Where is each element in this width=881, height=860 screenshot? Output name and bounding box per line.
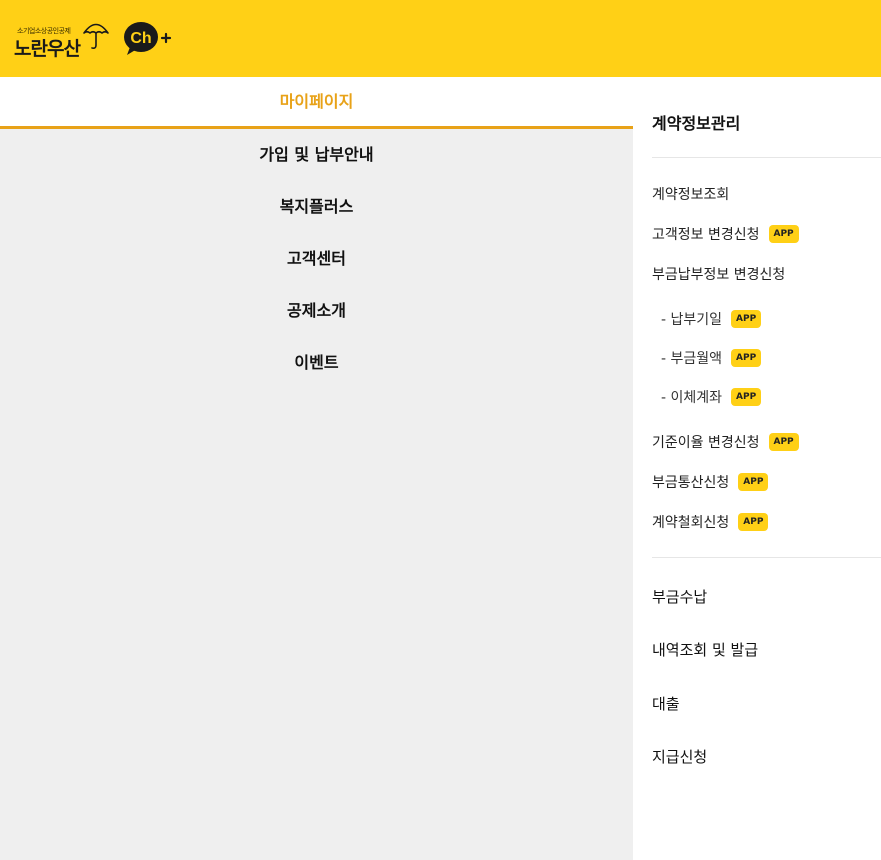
app-badge: APP xyxy=(768,225,799,243)
nav-item-about[interactable]: 공제소개 xyxy=(0,285,633,337)
submenu-transfer-account[interactable]: - 이체계좌 APP xyxy=(661,387,762,407)
submenu-label: - 납부기일 xyxy=(661,312,723,328)
submenu-contract-withdrawal[interactable]: 계약철회신청 APP xyxy=(652,512,769,532)
yellow-umbrella-logo[interactable]: 소기업소상공인공제 노란우산 xyxy=(14,14,114,62)
kakao-channel-plus-icon[interactable]: Ch xyxy=(122,20,174,58)
submenu-label: - 이체계좌 xyxy=(661,390,723,406)
divider xyxy=(652,157,881,158)
app-badge: APP xyxy=(731,388,762,406)
menu-item-history-issue[interactable]: 내역조회 및 발급 xyxy=(652,639,758,660)
submenu-aggregation-request[interactable]: 부금통산신청 APP xyxy=(652,472,769,492)
submenu-label: 기준이율 변경신청 xyxy=(652,435,760,451)
nav-item-customer-center[interactable]: 고객센터 xyxy=(0,233,633,285)
app-badge: APP xyxy=(731,310,762,328)
submenu-base-rate-change[interactable]: 기준이율 변경신청 APP xyxy=(652,432,799,452)
app-badge: APP xyxy=(738,473,769,491)
menu-item-loan[interactable]: 대출 xyxy=(652,693,680,714)
submenu-label: 계약정보조회 xyxy=(652,187,730,203)
submenu-customer-info-change[interactable]: 고객정보 변경신청 APP xyxy=(652,224,799,244)
nav-item-join-payment-guide[interactable]: 가입 및 납부안내 xyxy=(0,129,633,181)
menu-item-payout-request[interactable]: 지급신청 xyxy=(652,746,707,767)
divider xyxy=(652,557,881,558)
submenu-label: - 부금월액 xyxy=(661,351,723,367)
top-header: 소기업소상공인공제 노란우산 Ch xyxy=(0,0,881,77)
app-badge: APP xyxy=(738,513,769,531)
submenu-monthly-amount[interactable]: - 부금월액 APP xyxy=(661,348,762,368)
svg-text:Ch: Ch xyxy=(130,30,151,47)
app-badge: APP xyxy=(731,349,762,367)
nav-item-mypage[interactable]: 마이페이지 xyxy=(0,77,633,129)
logo-title: 노란우산 xyxy=(14,38,81,60)
submenu-label: 고객정보 변경신청 xyxy=(652,227,760,243)
left-navigation: 마이페이지 가입 및 납부안내 복지플러스 고객센터 공제소개 이벤트 xyxy=(0,77,633,860)
submenu-contract-info-inquiry[interactable]: 계약정보조회 xyxy=(652,184,729,204)
section-title[interactable]: 계약정보관리 xyxy=(652,110,740,134)
submenu-panel: 계약정보관리 계약정보조회 고객정보 변경신청 APP 부금납부정보 변경신청 … xyxy=(633,77,881,860)
app-badge: APP xyxy=(768,433,799,451)
submenu-payment-info-change[interactable]: 부금납부정보 변경신청 xyxy=(652,264,785,284)
submenu-label: 부금통산신청 xyxy=(652,475,730,491)
submenu-label: 계약철회신청 xyxy=(652,515,730,531)
menu-item-installment-collection[interactable]: 부금수납 xyxy=(652,586,707,607)
nav-item-events[interactable]: 이벤트 xyxy=(0,337,633,389)
nav-item-welfare-plus[interactable]: 복지플러스 xyxy=(0,181,633,233)
submenu-payment-date[interactable]: - 납부기일 APP xyxy=(661,309,762,329)
submenu-label: 부금납부정보 변경신청 xyxy=(652,267,786,283)
umbrella-icon xyxy=(83,23,109,49)
